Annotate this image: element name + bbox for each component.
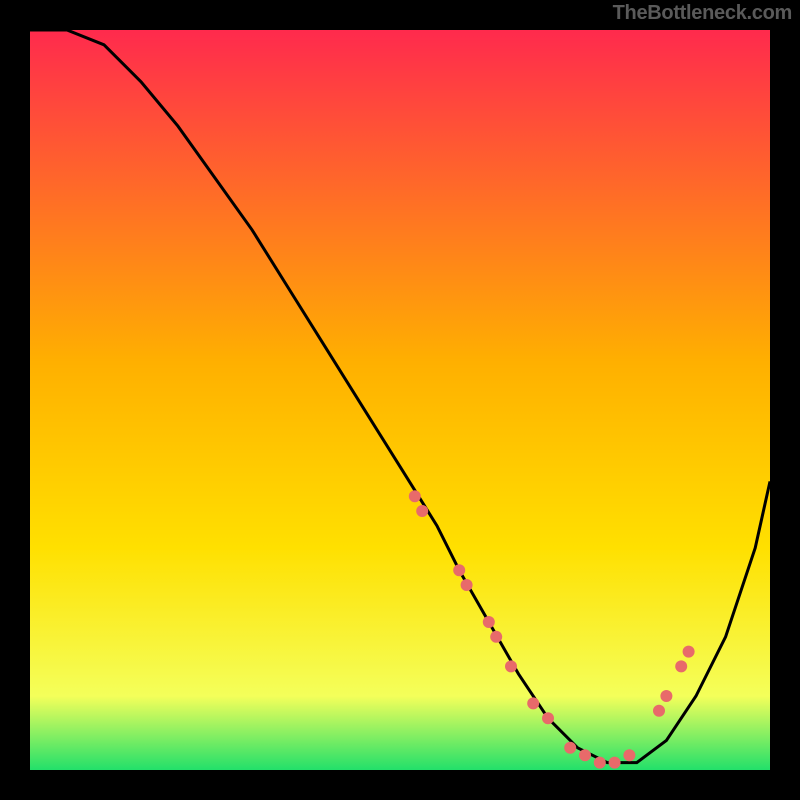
data-marker: [453, 564, 465, 576]
data-marker: [461, 579, 473, 591]
data-marker: [409, 490, 421, 502]
data-marker: [683, 646, 695, 658]
data-marker: [564, 742, 576, 754]
data-marker: [675, 660, 687, 672]
data-marker: [594, 757, 606, 769]
attribution-text: TheBottleneck.com: [613, 2, 792, 25]
data-marker: [579, 749, 591, 761]
plot-area: [30, 30, 770, 770]
data-marker: [416, 505, 428, 517]
data-marker: [490, 631, 502, 643]
data-marker: [542, 712, 554, 724]
data-marker: [653, 705, 665, 717]
chart-svg: [30, 30, 770, 770]
data-marker: [623, 749, 635, 761]
data-marker: [527, 697, 539, 709]
chart-container: TheBottleneck.com: [0, 0, 800, 800]
data-marker: [483, 616, 495, 628]
data-marker: [505, 660, 517, 672]
data-marker: [609, 757, 621, 769]
gradient-background: [30, 30, 770, 770]
data-marker: [660, 690, 672, 702]
